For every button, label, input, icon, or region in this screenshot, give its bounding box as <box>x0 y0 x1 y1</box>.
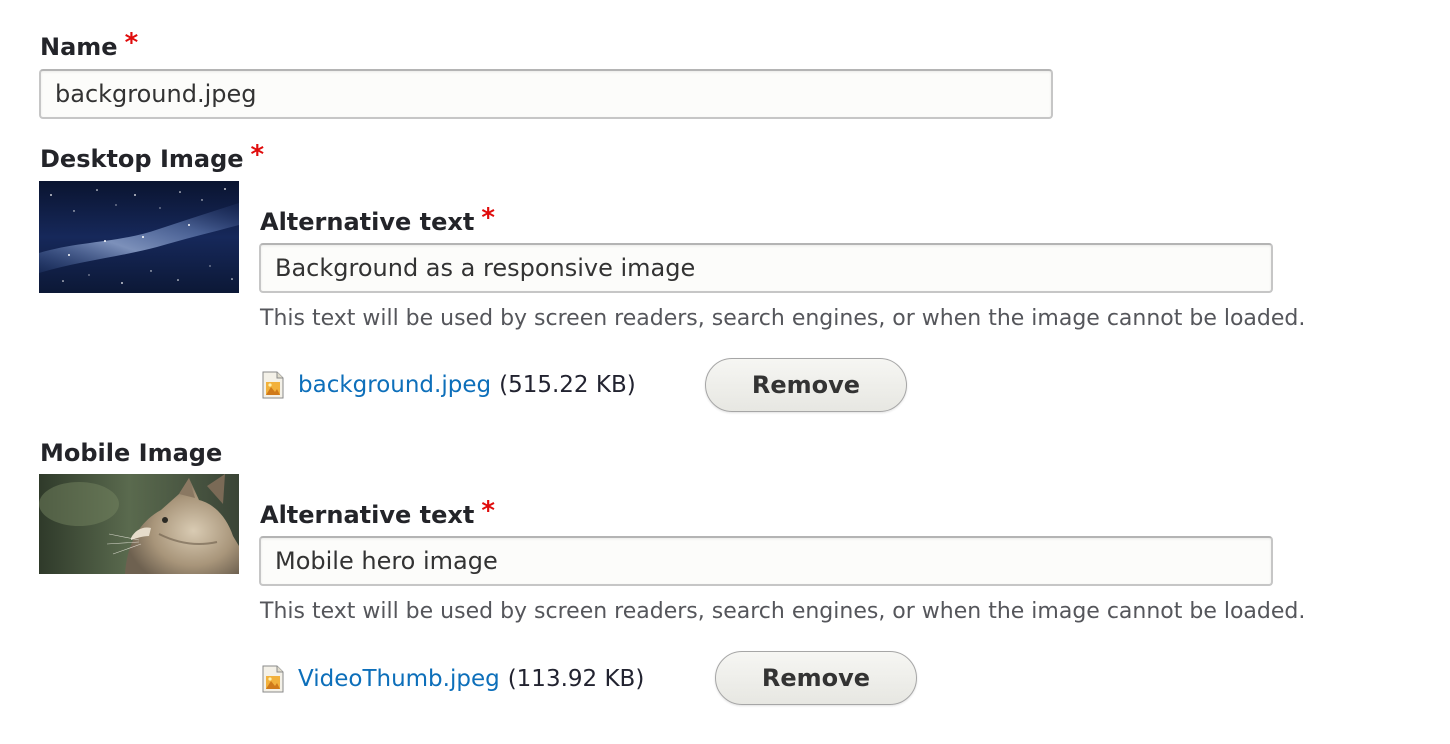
desktop-file-link[interactable]: background.jpeg <box>298 371 491 399</box>
desktop-remove-button[interactable]: Remove <box>705 358 907 412</box>
desktop-image-label: Desktop Image * <box>40 140 265 173</box>
desktop-image-preview <box>39 181 239 293</box>
image-file-icon <box>262 371 284 399</box>
name-input[interactable] <box>39 69 1053 119</box>
desktop-file-size: (515.22 KB) <box>499 372 636 398</box>
mobile-image-thumbnail <box>39 474 239 574</box>
desktop-alt-text-input[interactable] <box>259 243 1273 293</box>
desktop-alt-text-label: Alternative text * <box>260 203 495 236</box>
required-marker: * <box>124 28 139 58</box>
image-file-icon <box>262 665 284 693</box>
required-marker: * <box>481 496 495 526</box>
mobile-file-link[interactable]: VideoThumb.jpeg <box>298 665 500 693</box>
name-label: Name * <box>40 28 139 61</box>
mobile-file-info: VideoThumb.jpeg (113.92 KB) <box>262 665 644 693</box>
mobile-remove-button[interactable]: Remove <box>715 651 917 705</box>
required-marker: * <box>250 140 265 170</box>
required-marker: * <box>481 203 495 233</box>
desktop-file-info: background.jpeg (515.22 KB) <box>262 371 636 399</box>
mobile-image-preview <box>39 474 239 574</box>
mobile-alt-text-input[interactable] <box>259 536 1273 586</box>
mobile-file-size: (113.92 KB) <box>507 666 645 692</box>
mobile-alt-text-description: This text will be used by screen readers… <box>260 599 1306 624</box>
mobile-alt-text-label: Alternative text * <box>260 496 495 529</box>
desktop-image-thumbnail <box>39 181 239 293</box>
mobile-image-label: Mobile Image <box>40 439 223 467</box>
desktop-alt-text-description: This text will be used by screen readers… <box>260 306 1306 331</box>
